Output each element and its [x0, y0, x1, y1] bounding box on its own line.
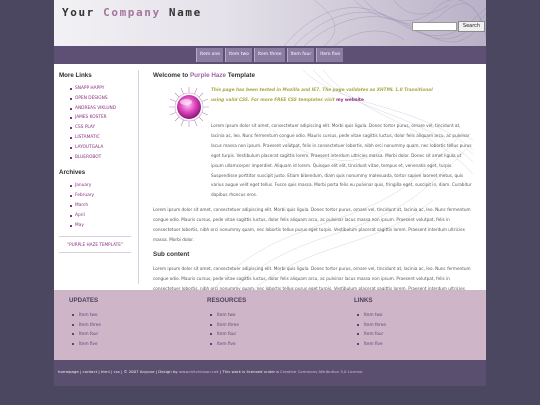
sidebar-link[interactable]: BLUEROBOT: [59, 153, 135, 163]
page-container: Your Company Name Search Item one Item t…: [54, 0, 486, 386]
search-input[interactable]: [412, 22, 457, 31]
archive-link[interactable]: March: [59, 201, 135, 211]
content-paragraph-3: Lorem ipsum dolor sit amet, consectetuer…: [153, 265, 471, 290]
footer-link[interactable]: Item five: [207, 339, 246, 349]
footer-col-updates: UPDATES Item two Item three Item four It…: [69, 297, 101, 349]
title-part-welcome: Welcome to: [153, 72, 189, 79]
footer-boxes: UPDATES Item two Item three Item four It…: [54, 290, 486, 360]
designer-link[interactable]: www.mitchinson.net: [179, 369, 218, 374]
footer-contact-link[interactable]: contact: [83, 369, 98, 374]
footer-link[interactable]: Item four: [69, 329, 101, 339]
footer-col-links: LINKS Item two Item three Item four Item…: [354, 297, 386, 349]
main-content: Welcome to Purple Haze Template This pag…: [153, 70, 473, 290]
footer-text: homepage | contact | html | css | © 2007…: [58, 369, 363, 374]
footer-link[interactable]: Item three: [354, 320, 386, 330]
sidebar-link[interactable]: JAMES KOSTER: [59, 113, 135, 123]
nav-item-one[interactable]: Item one: [196, 48, 224, 62]
archives-list: January February March April May: [59, 181, 135, 230]
license-text: | This work is licensed under a: [219, 369, 279, 374]
footer-link[interactable]: Item two: [207, 310, 246, 320]
page-title: Welcome to Purple Haze Template: [153, 72, 473, 79]
sidebar-link[interactable]: CSS PLAY: [59, 123, 135, 133]
footer-copyright: © 2007 Anyone | Design by: [123, 369, 178, 374]
archive-link[interactable]: January: [59, 181, 135, 191]
search-button[interactable]: Search: [458, 21, 485, 32]
title-part-purple-haze: Purple Haze: [189, 72, 227, 79]
content-paragraph-1: Lorem ipsum dolor sit amet, consectetuer…: [211, 123, 472, 198]
footer-bar: homepage | contact | html | css | © 2007…: [54, 360, 486, 386]
more-links-heading: More Links: [59, 72, 92, 79]
nav-item-four[interactable]: Item four: [286, 48, 315, 62]
footer-link[interactable]: Item four: [354, 329, 386, 339]
footer-link[interactable]: Item five: [354, 339, 386, 349]
title-part-template: Template: [227, 72, 255, 79]
footer-link[interactable]: Item two: [354, 310, 386, 320]
footer-link[interactable]: Item three: [69, 320, 101, 330]
template-tagline: "PURPLE HAZE TEMPLATE": [59, 236, 131, 254]
sidebar-link[interactable]: LISTAMATIC: [59, 133, 135, 143]
archive-link[interactable]: April: [59, 211, 135, 221]
footer-link[interactable]: Item three: [207, 320, 246, 330]
nav-item-three[interactable]: Item three: [253, 48, 285, 62]
links-heading: LINKS: [354, 297, 373, 304]
footer-homepage-link[interactable]: homepage: [58, 369, 79, 374]
intro-text: This page has been tested in Mozilla and…: [211, 86, 447, 106]
archive-link[interactable]: May: [59, 221, 135, 231]
updates-heading: UPDATES: [69, 297, 99, 304]
footer-link[interactable]: Item five: [69, 339, 101, 349]
logo-word-your: Your: [62, 6, 95, 19]
intro-sentence: This page has been tested in Mozilla and…: [211, 88, 433, 103]
footer-col-resources: RESOURCES Item two Item three Item four …: [207, 297, 246, 349]
nav-item-five[interactable]: Item five: [316, 48, 344, 62]
archives-heading: Archives: [59, 169, 86, 177]
sub-content-heading: Sub content: [153, 250, 190, 258]
archive-link[interactable]: February: [59, 191, 135, 201]
sidebar-link[interactable]: SNAPP HAPPY: [59, 84, 135, 94]
logo-word-company: Company: [103, 6, 161, 19]
sidebar-link[interactable]: ANDREAS VIKLUND: [59, 104, 135, 114]
content-paragraph-2: Lorem ipsum dolor sit amet, consectetuer…: [153, 207, 471, 242]
license-link[interactable]: Creative Commons Attribution 3.0 License: [280, 369, 362, 374]
sidebar-divider: [138, 70, 139, 284]
resources-heading: RESOURCES: [207, 297, 247, 304]
pink-orb-icon: [169, 87, 209, 127]
sidebar-link[interactable]: LAYOUTGALA: [59, 143, 135, 153]
sidebar: More Links SNAPP HAPPY OPEN DESIGNS ANDR…: [59, 72, 135, 254]
nav-item-two[interactable]: Item two: [225, 48, 252, 62]
footer-link[interactable]: Item two: [69, 310, 101, 320]
footer-html-link[interactable]: html: [101, 369, 110, 374]
footer-link[interactable]: Item four: [207, 329, 246, 339]
footer-css-link[interactable]: css: [114, 369, 120, 374]
site-logo[interactable]: Your Company Name: [62, 6, 202, 19]
my-website-link[interactable]: my website: [336, 98, 364, 103]
more-links-list: SNAPP HAPPY OPEN DESIGNS ANDREAS VIKLUND…: [59, 84, 135, 162]
main-nav: Item one Item two Item three Item four I…: [196, 48, 345, 62]
logo-word-name: Name: [168, 6, 202, 19]
intro-row: This page has been tested in Mozilla and…: [153, 85, 473, 127]
header: Your Company Name Search: [54, 0, 486, 46]
sidebar-link[interactable]: OPEN DESIGNS: [59, 94, 135, 104]
